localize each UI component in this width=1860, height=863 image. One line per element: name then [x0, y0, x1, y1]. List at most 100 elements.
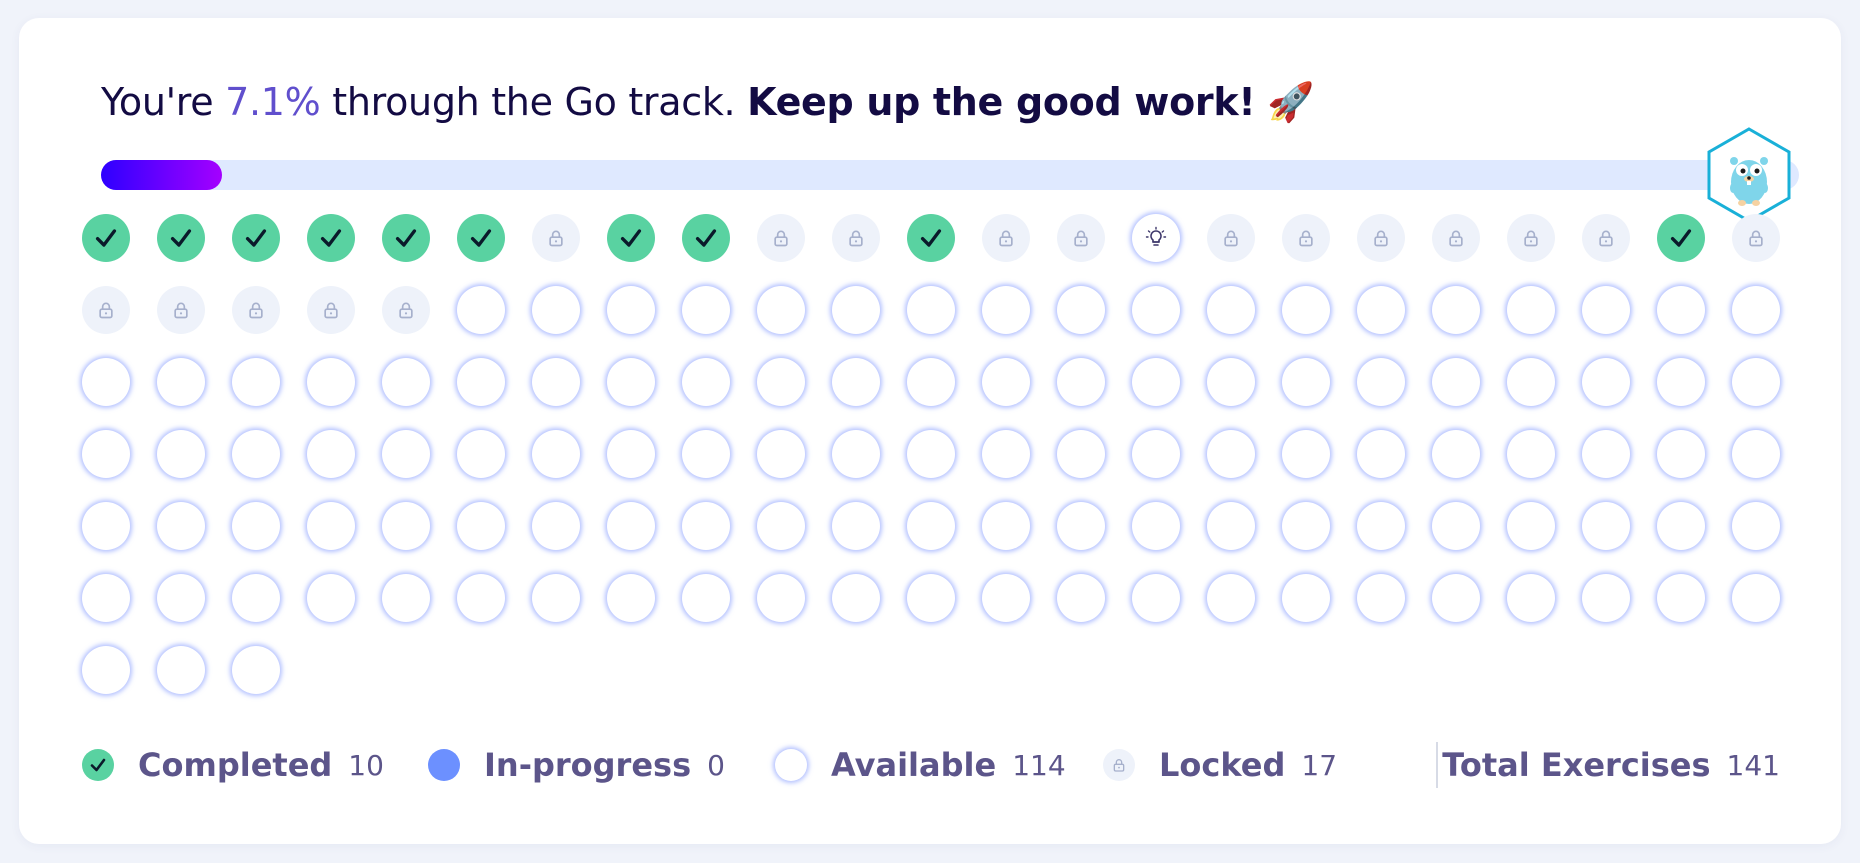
exercise-available[interactable] — [157, 430, 205, 478]
exercise-available[interactable] — [757, 502, 805, 550]
exercise-available[interactable] — [157, 646, 205, 694]
exercise-available[interactable] — [1507, 430, 1555, 478]
exercise-locked[interactable] — [1732, 214, 1780, 262]
exercise-available[interactable] — [232, 430, 280, 478]
exercise-available[interactable] — [532, 358, 580, 406]
exercise-completed[interactable] — [907, 214, 955, 262]
exercise-available[interactable] — [1582, 358, 1630, 406]
exercise-available[interactable] — [982, 430, 1030, 478]
exercise-available[interactable] — [757, 430, 805, 478]
exercise-available[interactable] — [1657, 430, 1705, 478]
exercise-available[interactable] — [682, 358, 730, 406]
exercise-available[interactable] — [382, 430, 430, 478]
exercise-available[interactable] — [1507, 502, 1555, 550]
exercise-available[interactable] — [1282, 286, 1330, 334]
exercise-available[interactable] — [682, 430, 730, 478]
exercise-available[interactable] — [1057, 430, 1105, 478]
exercise-locked[interactable] — [82, 286, 130, 334]
exercise-available[interactable] — [682, 574, 730, 622]
exercise-available[interactable] — [457, 430, 505, 478]
exercise-available[interactable] — [82, 502, 130, 550]
exercise-available[interactable] — [1207, 502, 1255, 550]
exercise-available[interactable] — [1132, 358, 1180, 406]
exercise-available[interactable] — [1207, 430, 1255, 478]
exercise-available[interactable] — [1432, 430, 1480, 478]
exercise-available[interactable] — [232, 646, 280, 694]
exercise-available[interactable] — [1282, 574, 1330, 622]
exercise-available[interactable] — [832, 574, 880, 622]
exercise-available[interactable] — [1357, 358, 1405, 406]
exercise-completed[interactable] — [607, 214, 655, 262]
exercise-available[interactable] — [832, 286, 880, 334]
exercise-locked[interactable] — [1207, 214, 1255, 262]
exercise-completed[interactable] — [157, 214, 205, 262]
exercise-available[interactable] — [607, 430, 655, 478]
exercise-available[interactable] — [1357, 574, 1405, 622]
exercise-available[interactable] — [1507, 574, 1555, 622]
exercise-available[interactable] — [1357, 430, 1405, 478]
exercise-available[interactable] — [1132, 574, 1180, 622]
exercise-available[interactable] — [82, 646, 130, 694]
exercise-available[interactable] — [382, 574, 430, 622]
exercise-available[interactable] — [1207, 286, 1255, 334]
exercise-available[interactable] — [907, 430, 955, 478]
exercise-locked[interactable] — [757, 214, 805, 262]
exercise-available[interactable] — [907, 502, 955, 550]
exercise-available[interactable] — [1132, 430, 1180, 478]
exercise-available[interactable] — [682, 502, 730, 550]
exercise-available[interactable] — [1732, 358, 1780, 406]
exercise-available[interactable] — [232, 574, 280, 622]
exercise-available[interactable] — [1132, 286, 1180, 334]
exercise-locked[interactable] — [1507, 214, 1555, 262]
exercise-available[interactable] — [1432, 574, 1480, 622]
exercise-available[interactable] — [1357, 286, 1405, 334]
exercise-completed[interactable] — [682, 214, 730, 262]
exercise-available[interactable] — [1657, 358, 1705, 406]
exercise-available[interactable] — [1432, 286, 1480, 334]
exercise-available[interactable] — [232, 502, 280, 550]
exercise-locked[interactable] — [832, 214, 880, 262]
exercise-completed[interactable] — [382, 214, 430, 262]
exercise-available[interactable] — [1507, 358, 1555, 406]
exercise-locked[interactable] — [982, 214, 1030, 262]
exercise-available[interactable] — [157, 502, 205, 550]
exercise-available[interactable] — [1732, 286, 1780, 334]
exercise-available[interactable] — [1582, 286, 1630, 334]
exercise-locked[interactable] — [1057, 214, 1105, 262]
exercise-available[interactable] — [1132, 502, 1180, 550]
exercise-available[interactable] — [1582, 502, 1630, 550]
exercise-available[interactable] — [757, 574, 805, 622]
exercise-available[interactable] — [682, 286, 730, 334]
exercise-available[interactable] — [907, 574, 955, 622]
exercise-available[interactable] — [1657, 502, 1705, 550]
exercise-available[interactable] — [307, 430, 355, 478]
exercise-locked[interactable] — [232, 286, 280, 334]
exercise-available[interactable] — [982, 574, 1030, 622]
exercise-available[interactable] — [532, 574, 580, 622]
exercise-locked[interactable] — [157, 286, 205, 334]
exercise-available[interactable] — [1732, 430, 1780, 478]
exercise-available[interactable] — [982, 358, 1030, 406]
exercise-available[interactable] — [1732, 574, 1780, 622]
exercise-available[interactable] — [1057, 574, 1105, 622]
exercise-available[interactable] — [1357, 502, 1405, 550]
exercise-completed[interactable] — [457, 214, 505, 262]
exercise-locked[interactable] — [1357, 214, 1405, 262]
exercise-available[interactable] — [982, 286, 1030, 334]
exercise-available[interactable] — [1057, 358, 1105, 406]
exercise-available[interactable] — [1057, 286, 1105, 334]
exercise-available[interactable] — [1057, 502, 1105, 550]
exercise-available[interactable] — [532, 430, 580, 478]
exercise-available[interactable] — [1582, 430, 1630, 478]
exercise-available[interactable] — [832, 358, 880, 406]
exercise-completed[interactable] — [307, 214, 355, 262]
exercise-available[interactable] — [382, 358, 430, 406]
exercise-available[interactable] — [907, 286, 955, 334]
exercise-available[interactable] — [1732, 502, 1780, 550]
exercise-available[interactable] — [457, 358, 505, 406]
exercise-locked[interactable] — [1282, 214, 1330, 262]
exercise-available[interactable] — [1282, 358, 1330, 406]
exercise-available[interactable] — [82, 574, 130, 622]
exercise-locked[interactable] — [382, 286, 430, 334]
exercise-available[interactable] — [457, 502, 505, 550]
